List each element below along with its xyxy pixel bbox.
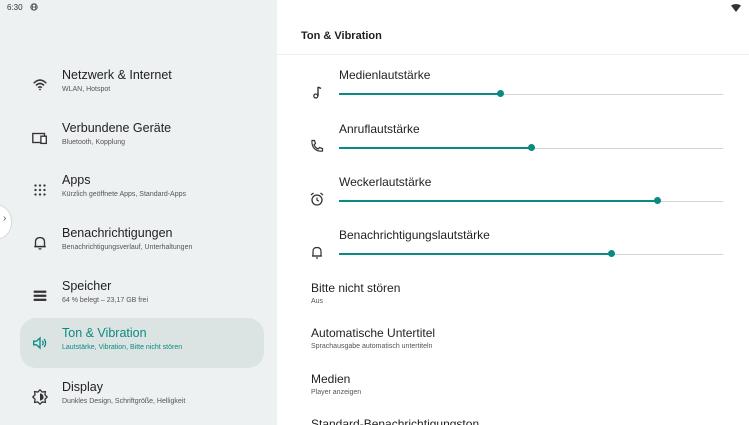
media-row[interactable]: Medien Player anzeigen [311,372,731,396]
phone-icon [311,139,324,152]
setting-title: Bitte nicht stören [311,281,401,295]
media-volume-row: Medienlautstärke [277,68,749,120]
call-volume-row: Anruflautstärke [277,122,749,174]
connected-devices-icon [32,132,47,145]
sidebar-item-title: Apps [62,173,91,187]
slider-label: Anruflautstärke [339,122,420,136]
default-notification-sound-row[interactable]: Standard-Benachrichtigungston [311,417,731,425]
setting-subtitle: Sprachausgabe automatisch untertiteln [311,343,433,350]
storage-icon [33,290,47,301]
sidebar-item-notifications[interactable]: Benachrichtigungen Benachrichtigungsverl… [20,218,264,268]
sidebar-item-display[interactable]: Display Dunkles Design, Schriftgröße, He… [20,372,264,422]
sidebar-item-connected-devices[interactable]: Verbundene Geräte Bluetooth, Kopplung [20,113,264,163]
slider-fill [339,200,658,202]
chevron-right-icon: › [3,213,7,224]
slider-label: Benachrichtigungslautstärke [339,228,490,242]
page-title: Ton & Vibration [301,30,382,42]
sound-settings-panel: Ton & Vibration Medienlautstärke Anrufla… [277,0,749,425]
call-volume-slider-thumb[interactable] [527,144,535,151]
sidebar-item-subtitle: Kürzlich geöffnete Apps, Standard-Apps [62,191,187,198]
sidebar-item-network[interactable]: Netzwerk & Internet WLAN, Hotspot [20,60,264,110]
sidebar-item-title: Display [62,380,103,394]
setting-title: Standard-Benachrichtigungston [311,417,480,425]
sidebar-item-title: Verbundene Geräte [62,121,172,135]
media-volume-slider-thumb[interactable] [496,90,504,97]
settings-sidebar: 6:30 › Netzwerk & Internet WLAN, Hotspot… [0,0,277,425]
music-note-icon [313,86,322,99]
notification-volume-row: Benachrichtigungslautstärke [277,228,749,280]
slider-fill [339,93,501,95]
apps-grid-icon [34,184,46,196]
bell-icon [312,246,322,259]
setting-title: Automatische Untertitel [311,326,436,340]
brightness-icon [31,388,49,406]
alarm-icon [310,192,324,206]
sidebar-item-subtitle: 64 % belegt – 23,17 GB frei [62,297,148,304]
sidebar-item-subtitle: Lautstärke, Vibration, Bitte nicht störe… [62,344,183,351]
sidebar-item-subtitle: Dunkles Design, Schriftgröße, Helligkeit [62,398,186,405]
sidebar-item-title: Netzwerk & Internet [62,68,172,82]
alarm-volume-slider-thumb[interactable] [654,197,662,204]
setting-subtitle: Aus [311,298,324,305]
bell-icon [34,236,46,250]
sidebar-item-sound-vibration[interactable]: Ton & Vibration Lautstärke, Vibration, B… [20,318,264,368]
slider-label: Medienlautstärke [339,68,431,82]
live-caption-row[interactable]: Automatische Untertitel Sprachausgabe au… [311,326,731,350]
sidebar-item-storage[interactable]: Speicher 64 % belegt – 23,17 GB frei [20,271,264,321]
slider-label: Weckerlautstärke [339,175,432,189]
divider [277,54,749,55]
wifi-signal-icon [731,4,741,12]
setting-subtitle: Player anzeigen [311,389,362,396]
sidebar-item-title: Benachrichtigungen [62,226,173,240]
do-not-disturb-row[interactable]: Bitte nicht stören Aus [311,281,731,305]
sidebar-item-apps[interactable]: Apps Kürzlich geöffnete Apps, Standard-A… [20,165,264,215]
sidebar-item-title: Speicher [62,279,112,293]
wifi-icon [33,79,47,91]
slider-fill [339,253,612,255]
volume-icon [33,336,47,350]
status-time: 6:30 [7,3,23,12]
alarm-volume-row: Weckerlautstärke [277,175,749,227]
sidebar-item-subtitle: Bluetooth, Kopplung [62,139,126,146]
slider-fill [339,147,531,149]
setting-title: Medien [311,372,351,386]
sidebar-item-subtitle: Benachrichtigungsverlauf, Unterhaltungen [62,244,193,251]
globe-icon [30,3,38,11]
notification-volume-slider-thumb[interactable] [608,250,616,257]
sidebar-item-title: Ton & Vibration [62,326,147,340]
collapse-handle[interactable]: › [0,204,12,240]
sidebar-item-subtitle: WLAN, Hotspot [62,86,111,93]
